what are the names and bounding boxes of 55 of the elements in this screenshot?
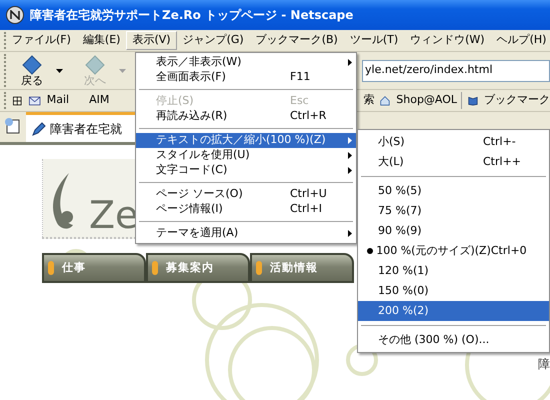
menu-item[interactable]: ツール(T) [344,31,404,50]
menu-item[interactable]: 90 %(9) [358,221,549,241]
forward-arrow-icon [84,54,106,74]
grid-icon[interactable] [13,94,24,106]
logo-text: Ze [89,193,138,237]
submenu-arrow-icon [348,167,352,174]
menu-item[interactable]: 150 %(0) [358,281,549,301]
window-title: 障害者在宅就労サポートZe.Ro トップページ - Netscape [30,7,354,24]
corner-text: 障 [538,356,550,373]
app-icon [6,6,24,24]
nav-tab[interactable]: 募集案内 [146,253,250,283]
back-arrow-icon [21,54,43,74]
menu-item[interactable]: 表示(V) [126,31,177,50]
menu-item[interactable]: 200 %(2) [358,301,549,321]
book-icon [468,94,478,107]
menu-item[interactable]: ページ ソース(O) Ctrl+U [136,187,356,202]
submenu-arrow-icon [348,230,352,237]
menu-item[interactable]: ジャンプ(G) [176,31,250,50]
menu-item[interactable]: 表示／非表示(W) [136,55,356,70]
menu-item[interactable]: 小(S) Ctrl+- [358,132,549,152]
bookmark-link[interactable]: Mail [46,92,70,109]
menu-item[interactable]: その他 (300 %) (O)... [358,330,549,350]
menu-item[interactable]: ページ情報(I) Ctrl+I [136,202,356,217]
menu-item[interactable]: テキストの拡大／縮小(100 %)(Z) [136,133,356,148]
menu-item[interactable]: ファイル(F) [6,31,77,50]
submenu-arrow-icon [348,59,352,66]
tab-list-icon[interactable] [4,118,22,134]
caret-icon[interactable] [56,68,63,72]
bookmark-link[interactable]: Shop@AOL [396,92,462,109]
menu-item[interactable]: 編集(E) [76,31,126,50]
menu-item[interactable]: 100 %(元のサイズ)(Z)Ctrl+0 [358,241,549,261]
bookmark-link[interactable]: 索 [363,92,374,109]
bookmark-link[interactable]: ブックマーク [484,92,550,109]
menu-item[interactable]: 120 %(1) [358,261,549,281]
menu-item[interactable]: 75 %(7) [358,201,549,221]
menu-item[interactable]: 全画面表示(F) F11 [136,70,356,85]
menu-item[interactable]: 文字コード(C) [136,163,356,178]
menu-item[interactable]: スタイルを使用(U) [136,148,356,163]
house-icon [380,94,390,107]
back-button[interactable]: 戻る [12,54,52,86]
menu-item[interactable]: ヘルプ(H) [490,31,550,50]
bookmark-link[interactable]: AIM [89,92,110,109]
submenu-arrow-icon [348,152,352,159]
menu-item[interactable]: テーマを適用(A) [136,226,356,241]
menu-item[interactable]: ウィンドウ(W) [404,31,491,50]
pencil-icon [32,122,46,136]
menu-item[interactable]: 50 %(5) [358,181,549,201]
url-field[interactable]: yle.net/zero/index.html [362,60,550,82]
menu-item[interactable]: 大(L) Ctrl++ [358,152,549,172]
nav-tab[interactable]: 仕事 [42,253,146,283]
mail-icon [29,94,41,106]
nav-tab[interactable]: 活動情報 [250,253,354,283]
menu-item[interactable]: ブックマーク(B) [250,31,344,50]
bullet-icon [367,248,374,254]
submenu-arrow-icon [348,137,352,144]
